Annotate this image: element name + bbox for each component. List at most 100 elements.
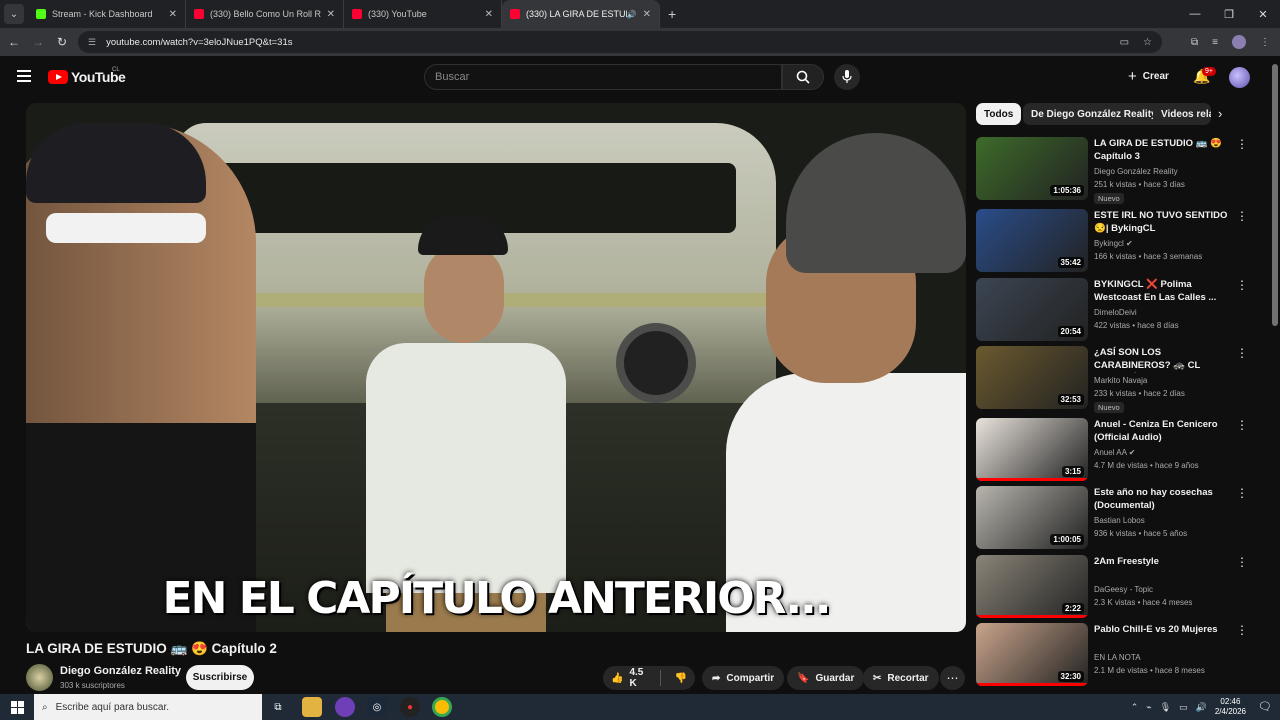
search-input[interactable]: Buscar [424, 64, 782, 90]
video-thumbnail[interactable]: 35:42 [976, 209, 1088, 272]
notifications-center-icon[interactable]: 🗨 [1258, 700, 1272, 713]
browser-tab[interactable]: (330) Bello Como Un Roll Royce ✕ [186, 0, 344, 28]
more-options-icon[interactable]: ⋮ [1236, 346, 1248, 360]
recommendation-channel[interactable]: Bykingcl ✔ [1094, 239, 1133, 248]
recommendation-item[interactable]: 1:00:05 Este año no hay cosechas (Documen… [976, 486, 1248, 552]
mic-tray-icon[interactable]: 🎙 [1160, 702, 1171, 713]
recommendation-title[interactable]: 2Am Freestyle [1094, 555, 1230, 568]
taskbar-search[interactable]: ⌕ Escribe aquí para buscar. [34, 694, 262, 720]
recommendation-title[interactable]: BYKINGCL ❌ Polima Westcoast En Las Calle… [1094, 278, 1230, 304]
usb-icon[interactable]: ⌁ [1146, 702, 1151, 713]
chrome-icon[interactable] [432, 697, 452, 717]
recommendation-title[interactable]: Pablo Chill-E vs 20 Mujeres [1094, 623, 1230, 636]
more-options-icon[interactable]: ⋮ [1236, 555, 1248, 569]
youtube-logo[interactable]: YouTube CL [48, 67, 126, 85]
menu-icon[interactable] [17, 70, 31, 82]
dislike-button[interactable]: 👎 [667, 666, 695, 690]
browser-tab[interactable]: (330) YouTube ✕ [344, 0, 502, 28]
recommendation-title[interactable]: Este año no hay cosechas (Documental) [1094, 486, 1230, 512]
reload-icon[interactable]: ↻ [50, 35, 74, 49]
task-view-icon[interactable]: ⧉ [268, 697, 288, 717]
more-options-icon[interactable]: ⋮ [1236, 486, 1248, 500]
video-thumbnail[interactable]: 2:22 [976, 555, 1088, 618]
recommendation-title[interactable]: LA GIRA DE ESTUDIO 🚌 😍 Capítulo 3 [1094, 137, 1230, 163]
recommendation-item[interactable]: 3:15 Anuel - Ceniza En Cenicero (Official… [976, 418, 1248, 484]
more-options-icon[interactable]: ⋮ [1236, 137, 1248, 151]
recommendation-title[interactable]: ¿ASÍ SON LOS CARABINEROS? 🚓 CL REACCIÓN … [1094, 346, 1230, 373]
tab-close-icon[interactable]: ✕ [327, 9, 335, 20]
recommendation-channel[interactable]: Bastian Lobos [1094, 516, 1145, 525]
recommendation-title[interactable]: ESTE IRL NO TUVO SENTIDO 😒| BykingCL [1094, 209, 1230, 235]
search-button[interactable] [782, 64, 824, 90]
minimize-icon[interactable]: — [1178, 0, 1212, 28]
cast-icon[interactable]: ▭ [1120, 37, 1129, 48]
recommendation-item[interactable]: 2:22 2Am Freestyle DaGeesy - Topic 2.3 K vi… [976, 555, 1248, 621]
discord-icon[interactable] [335, 697, 355, 717]
more-options-icon[interactable]: ⋮ [1236, 278, 1248, 292]
chip-all[interactable]: Todos [976, 103, 1022, 125]
windows-start-icon[interactable] [0, 700, 34, 714]
tab-search-chevron-icon[interactable]: ⌄ [4, 4, 24, 24]
video-thumbnail[interactable]: 20:54 [976, 278, 1088, 341]
tab-audio-icon[interactable]: 🔊 [627, 10, 637, 19]
obs-icon[interactable]: ● [400, 697, 420, 717]
more-options-icon[interactable]: ⋮ [1236, 418, 1248, 432]
back-arrow-icon[interactable]: ← [2, 35, 26, 49]
create-button[interactable]: + Crear [1128, 68, 1169, 85]
forward-arrow-icon[interactable]: → [26, 35, 50, 49]
steam-icon[interactable]: ◎ [367, 697, 387, 717]
chevron-right-icon[interactable]: › [1218, 106, 1222, 121]
file-explorer-icon[interactable] [302, 697, 322, 717]
recommendation-item[interactable]: 32:30 Pablo Chill-E vs 20 Mujeres EN LA NO… [976, 623, 1248, 689]
recommendation-channel[interactable]: DaGeesy - Topic [1094, 585, 1153, 594]
recommendation-item[interactable]: 20:54 BYKINGCL ❌ Polima Westcoast En Las … [976, 278, 1248, 344]
clip-button[interactable]: ✂ Recortar [863, 666, 939, 690]
subscribe-button[interactable]: Suscribirse [186, 665, 254, 690]
url-bar[interactable]: ☰ youtube.com/watch?v=3eloJNue1PQ&t=31s … [78, 31, 1162, 53]
clock[interactable]: 02:46 2/4/2026 [1215, 697, 1246, 717]
recommendation-channel[interactable]: DimeloDeivi [1094, 308, 1137, 317]
browser-profile-avatar[interactable] [1232, 35, 1246, 49]
network-icon[interactable]: ▭ [1179, 702, 1188, 713]
account-avatar[interactable] [1229, 67, 1250, 88]
volume-icon[interactable]: 🔊 [1196, 702, 1207, 713]
tab-close-icon[interactable]: ✕ [169, 9, 177, 20]
like-button[interactable]: 👍 4.5 K [603, 666, 654, 690]
more-options-icon[interactable]: ⋮ [1236, 623, 1248, 637]
channel-avatar[interactable] [26, 664, 53, 691]
recommendation-channel[interactable]: Anuel AA ✔ [1094, 448, 1135, 457]
channel-name[interactable]: Diego González Reality [60, 665, 181, 677]
restore-icon[interactable]: ❐ [1212, 0, 1246, 28]
recommendation-item[interactable]: 32:53 ¿ASÍ SON LOS CARABINEROS? 🚓 CL REAC… [976, 346, 1248, 413]
video-thumbnail[interactable]: 32:53 [976, 346, 1088, 409]
video-thumbnail[interactable]: 1:00:05 [976, 486, 1088, 549]
voice-search-button[interactable] [834, 64, 860, 90]
video-thumbnail[interactable]: 1:05:36 [976, 137, 1088, 200]
browser-tab[interactable]: (330) LA GIRA DE ESTUDIO🔊 ✕ [502, 0, 660, 28]
tray-chevron-icon[interactable]: ⌃ [1131, 702, 1139, 713]
reading-list-icon[interactable]: ≡ [1212, 37, 1218, 48]
recommendation-channel[interactable]: Diego González Reality [1094, 167, 1178, 176]
recommendation-title[interactable]: Anuel - Ceniza En Cenicero (Official Aud… [1094, 418, 1230, 444]
video-thumbnail[interactable]: 3:15 [976, 418, 1088, 481]
close-window-icon[interactable]: ✕ [1246, 0, 1280, 28]
recommendation-item[interactable]: 1:05:36 LA GIRA DE ESTUDIO 🚌 😍 Capítulo 3… [976, 137, 1248, 204]
save-button[interactable]: 🔖 Guardar [787, 666, 865, 690]
tab-close-icon[interactable]: ✕ [485, 9, 493, 20]
browser-tab[interactable]: Stream - Kick Dashboard ✕ [28, 0, 186, 28]
share-button[interactable]: ➦ Compartir [702, 666, 785, 690]
browser-menu-icon[interactable]: ⋮ [1260, 37, 1270, 48]
tab-close-icon[interactable]: ✕ [643, 9, 651, 20]
recommendation-item[interactable]: 35:42 ESTE IRL NO TUVO SENTIDO 😒| BykingC… [976, 209, 1248, 275]
extensions-icon[interactable]: ⧉ [1191, 37, 1198, 48]
more-actions-icon[interactable]: ⋯ [940, 666, 965, 690]
recommendation-channel[interactable]: Markito Navaja [1094, 376, 1147, 385]
video-thumbnail[interactable]: 32:30 [976, 623, 1088, 686]
recommendation-channel[interactable]: EN LA NOTA [1094, 653, 1141, 662]
chip-from-channel[interactable]: De Diego González Reality [1023, 103, 1165, 125]
site-info-icon[interactable]: ☰ [88, 37, 96, 48]
chip-related[interactable]: Videos rela [1153, 103, 1211, 125]
more-options-icon[interactable]: ⋮ [1236, 209, 1248, 223]
video-player[interactable]: EN EL CAPÍTULO ANTERIOR... [26, 103, 966, 632]
bookmark-star-icon[interactable]: ☆ [1143, 37, 1152, 48]
